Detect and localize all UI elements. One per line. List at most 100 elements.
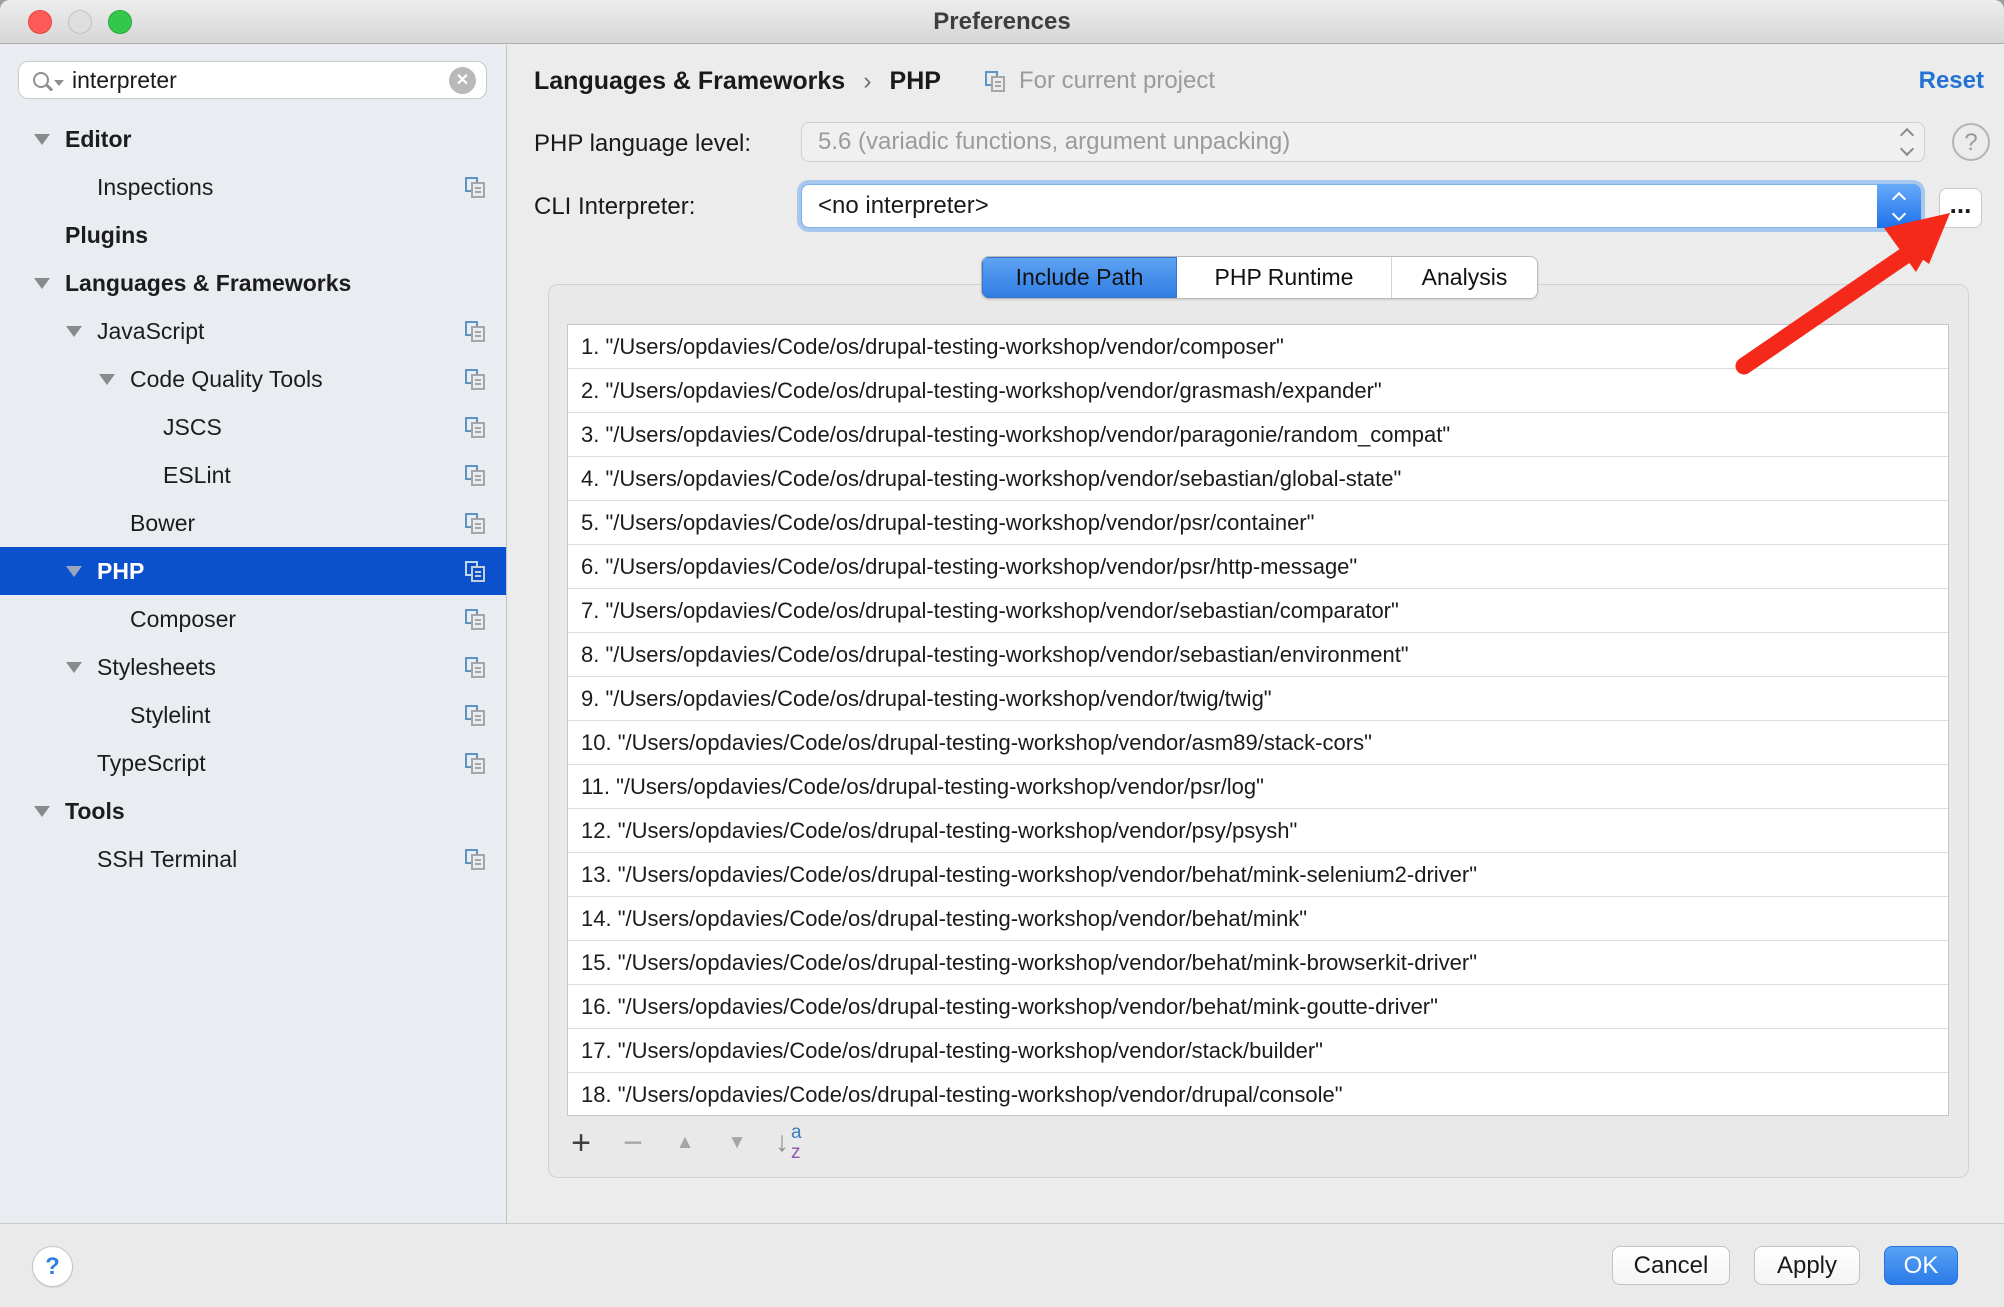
sidebar-item-inspections[interactable]: Inspections xyxy=(0,163,506,211)
move-up-icon[interactable]: ▲ xyxy=(671,1132,699,1154)
sidebar-item-tools[interactable]: Tools xyxy=(0,787,506,835)
include-path-row[interactable]: 11. "/Users/opdavies/Code/os/drupal-test… xyxy=(568,765,1948,809)
sidebar-item-javascript[interactable]: JavaScript xyxy=(0,307,506,355)
include-path-row[interactable]: 18. "/Users/opdavies/Code/os/drupal-test… xyxy=(568,1073,1948,1116)
sidebar-item-languages-frameworks[interactable]: Languages & Frameworks xyxy=(0,259,506,307)
sidebar-item-composer[interactable]: Composer xyxy=(0,595,506,643)
move-down-icon[interactable]: ▼ xyxy=(723,1132,751,1154)
chevron-down-icon[interactable] xyxy=(97,374,117,385)
cli-interpreter-combobox[interactable]: <no interpreter> xyxy=(801,184,1921,228)
sidebar-item-bower[interactable]: Bower xyxy=(0,499,506,547)
sidebar-item-editor[interactable]: Editor xyxy=(0,115,506,163)
sidebar-item-stylesheets[interactable]: Stylesheets xyxy=(0,643,506,691)
sidebar-item-label: ESLint xyxy=(163,462,231,489)
dialog-footer: ? Cancel Apply OK xyxy=(0,1223,2004,1307)
include-path-row[interactable]: 13. "/Users/opdavies/Code/os/drupal-test… xyxy=(568,853,1948,897)
chevron-down-icon[interactable] xyxy=(64,566,84,577)
sidebar-item-php[interactable]: PHP xyxy=(0,547,506,595)
breadcrumb-current: PHP xyxy=(890,67,941,96)
settings-search-box[interactable]: ✕ xyxy=(18,61,487,99)
sidebar-item-label: Bower xyxy=(130,510,195,537)
tab-include-path[interactable]: Include Path xyxy=(982,257,1177,298)
language-level-label: PHP language level: xyxy=(534,130,751,158)
include-path-row[interactable]: 6. "/Users/opdavies/Code/os/drupal-testi… xyxy=(568,545,1948,589)
tab-php-runtime[interactable]: PHP Runtime xyxy=(1177,257,1391,298)
sidebar-item-label: Tools xyxy=(65,798,125,825)
chevron-down-icon[interactable] xyxy=(32,134,52,145)
include-path-row[interactable]: 5. "/Users/opdavies/Code/os/drupal-testi… xyxy=(568,501,1948,545)
help-button[interactable]: ? xyxy=(32,1246,73,1287)
sort-alpha-icon[interactable]: ↓az xyxy=(775,1122,809,1164)
per-project-settings-icon xyxy=(463,559,487,583)
sidebar-item-label: TypeScript xyxy=(97,750,206,777)
sidebar-item-stylelint[interactable]: Stylelint xyxy=(0,691,506,739)
chevron-down-icon[interactable] xyxy=(64,326,84,337)
sidebar-item-label: JSCS xyxy=(163,414,222,441)
ok-button[interactable]: OK xyxy=(1884,1246,1958,1285)
sidebar-item-label: Editor xyxy=(65,126,131,153)
sidebar-item-typescript[interactable]: TypeScript xyxy=(0,739,506,787)
sidebar-item-label: Plugins xyxy=(65,222,148,249)
include-path-row[interactable]: 2. "/Users/opdavies/Code/os/drupal-testi… xyxy=(568,369,1948,413)
window-title: Preferences xyxy=(0,0,2004,44)
include-path-row[interactable]: 1. "/Users/opdavies/Code/os/drupal-testi… xyxy=(568,325,1948,369)
include-path-row[interactable]: 3. "/Users/opdavies/Code/os/drupal-testi… xyxy=(568,413,1948,457)
search-input[interactable] xyxy=(72,67,449,94)
sidebar-item-plugins[interactable]: Plugins xyxy=(0,211,506,259)
per-project-settings-icon xyxy=(463,319,487,343)
list-toolbar: +− ▲ ▼ ↓az xyxy=(567,1120,809,1166)
chevron-down-icon[interactable] xyxy=(32,278,52,289)
include-path-row[interactable]: 9. "/Users/opdavies/Code/os/drupal-testi… xyxy=(568,677,1948,721)
per-project-settings-icon xyxy=(463,703,487,727)
per-project-settings-icon xyxy=(463,607,487,631)
apply-button[interactable]: Apply xyxy=(1754,1246,1860,1285)
breadcrumb-parent[interactable]: Languages & Frameworks xyxy=(534,67,845,96)
browse-interpreters-button[interactable]: ... xyxy=(1939,188,1982,228)
sidebar-item-code-quality-tools[interactable]: Code Quality Tools xyxy=(0,355,506,403)
sidebar-item-eslint[interactable]: ESLint xyxy=(0,451,506,499)
sidebar-item-label: Inspections xyxy=(97,174,213,201)
sidebar-item-label: Stylesheets xyxy=(97,654,216,681)
php-settings-tabs: Include PathPHP RuntimeAnalysis xyxy=(981,256,1538,299)
stepper-icon[interactable] xyxy=(1902,123,1912,161)
include-path-row[interactable]: 8. "/Users/opdavies/Code/os/drupal-testi… xyxy=(568,633,1948,677)
remove-icon[interactable]: − xyxy=(619,1123,647,1163)
tab-analysis[interactable]: Analysis xyxy=(1391,257,1537,298)
per-project-settings-icon xyxy=(463,463,487,487)
include-path-panel: 1. "/Users/opdavies/Code/os/drupal-testi… xyxy=(548,284,1969,1178)
cli-interpreter-value: <no interpreter> xyxy=(818,192,989,220)
clear-search-icon[interactable]: ✕ xyxy=(449,67,476,94)
sidebar-item-label: Stylelint xyxy=(130,702,211,729)
include-path-row[interactable]: 7. "/Users/opdavies/Code/os/drupal-testi… xyxy=(568,589,1948,633)
cli-interpreter-label: CLI Interpreter: xyxy=(534,193,695,221)
reset-link[interactable]: Reset xyxy=(1919,67,1984,95)
chevron-down-icon[interactable] xyxy=(32,806,52,817)
include-path-row[interactable]: 12. "/Users/opdavies/Code/os/drupal-test… xyxy=(568,809,1948,853)
add-icon[interactable]: + xyxy=(567,1123,595,1163)
include-path-row[interactable]: 4. "/Users/opdavies/Code/os/drupal-testi… xyxy=(568,457,1948,501)
include-path-list[interactable]: 1. "/Users/opdavies/Code/os/drupal-testi… xyxy=(567,324,1949,1116)
chevron-down-icon[interactable] xyxy=(64,662,84,673)
current-project-icon xyxy=(983,69,1007,93)
per-project-settings-icon xyxy=(463,415,487,439)
include-path-row[interactable]: 14. "/Users/opdavies/Code/os/drupal-test… xyxy=(568,897,1948,941)
language-level-select[interactable]: 5.6 (variadic functions, argument unpack… xyxy=(801,122,1925,162)
php-settings-panel: Languages & Frameworks › PHP For current… xyxy=(508,45,2004,1223)
sidebar-item-jscs[interactable]: JSCS xyxy=(0,403,506,451)
breadcrumb-separator-icon: › xyxy=(863,67,871,96)
title-bar: Preferences xyxy=(0,0,2004,44)
settings-sidebar: ✕ Editor Inspections Plugins Languages & Fr… xyxy=(0,45,507,1223)
search-icon xyxy=(33,72,49,88)
cancel-button[interactable]: Cancel xyxy=(1612,1246,1730,1285)
search-options-caret-icon[interactable] xyxy=(54,80,64,86)
per-project-settings-icon xyxy=(463,847,487,871)
help-icon[interactable]: ? xyxy=(1952,123,1990,161)
combobox-stepper-icon[interactable] xyxy=(1877,184,1921,228)
settings-tree: Editor Inspections Plugins Languages & Fram… xyxy=(0,115,506,883)
include-path-row[interactable]: 15. "/Users/opdavies/Code/os/drupal-test… xyxy=(568,941,1948,985)
include-path-row[interactable]: 16. "/Users/opdavies/Code/os/drupal-test… xyxy=(568,985,1948,1029)
include-path-row[interactable]: 10. "/Users/opdavies/Code/os/drupal-test… xyxy=(568,721,1948,765)
include-path-row[interactable]: 17. "/Users/opdavies/Code/os/drupal-test… xyxy=(568,1029,1948,1073)
per-project-settings-icon xyxy=(463,175,487,199)
sidebar-item-ssh-terminal[interactable]: SSH Terminal xyxy=(0,835,506,883)
